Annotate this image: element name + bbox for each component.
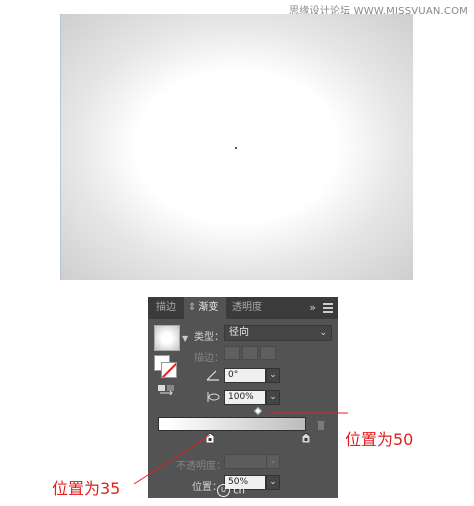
opacity-label: 不透明度： <box>176 461 226 472</box>
gradient-swatch[interactable] <box>154 325 180 351</box>
panel-menu-icon[interactable] <box>323 303 333 313</box>
callout-position-50: 位置为50 <box>345 430 414 449</box>
type-label: 类型： <box>194 332 224 343</box>
tab-transparency[interactable]: 透明度 <box>228 297 280 319</box>
stroke-gradient-buttons <box>224 346 284 360</box>
center-point <box>235 147 237 149</box>
aspect-ratio-dropdown-button[interactable]: ⌄ <box>266 390 280 405</box>
chevron-down-icon: ⌄ <box>319 328 327 338</box>
angle-input[interactable]: 0° <box>224 368 266 383</box>
fill-stroke-toggle[interactable] <box>154 355 178 379</box>
opacity-dropdown-button: ⌄ <box>266 454 280 469</box>
site-logo: U cn <box>217 484 257 498</box>
tab-stroke[interactable]: 描边 <box>152 297 182 319</box>
logo-text: cn <box>233 485 246 497</box>
position-dropdown-button[interactable]: ⌄ <box>266 475 280 490</box>
panel-tab-bar: 描边 ⇕ 渐变 透明度 » <box>148 297 338 319</box>
trash-icon[interactable] <box>316 419 326 430</box>
collapse-icon[interactable]: » <box>309 297 316 319</box>
tab-gradient-label: 渐变 <box>198 302 219 313</box>
type-select[interactable]: 径向 ⌄ <box>224 325 332 341</box>
stroke-label: 描边： <box>194 353 224 364</box>
tab-stroke-label: 描边 <box>156 302 176 313</box>
aspect-ratio-icon <box>207 392 220 402</box>
angle-dropdown-button[interactable]: ⌄ <box>266 368 280 383</box>
stroke-along-button[interactable] <box>242 346 258 360</box>
type-value: 径向 <box>229 327 249 338</box>
gradient-midpoint-diamond[interactable] <box>253 406 263 416</box>
gradient-stop-right[interactable] <box>302 433 310 443</box>
gradient-stop-left[interactable] <box>206 433 214 443</box>
artboard-canvas[interactable] <box>60 14 413 280</box>
updown-arrows-icon: ⇕ <box>188 302 197 313</box>
callout-position-35: 位置为35 <box>52 479 121 498</box>
stroke-across-button[interactable] <box>260 346 276 360</box>
tab-gradient[interactable]: ⇕ 渐变 <box>184 297 226 319</box>
gradient-slider[interactable] <box>158 417 306 431</box>
gradient-panel: 描边 ⇕渐变 透明度 » ▼ 类型： 径向 ⌄ 描边： 0° ⌄ 100% ⌄ <box>148 297 338 498</box>
aspect-ratio-input[interactable]: 100% <box>224 390 266 405</box>
tab-transparency-label: 透明度 <box>232 302 262 313</box>
stroke-box[interactable] <box>161 362 177 378</box>
chevron-down-icon[interactable]: ▼ <box>182 334 188 343</box>
stroke-within-button[interactable] <box>224 346 240 360</box>
reverse-gradient-icon[interactable] <box>158 385 174 395</box>
angle-icon <box>206 370 219 381</box>
